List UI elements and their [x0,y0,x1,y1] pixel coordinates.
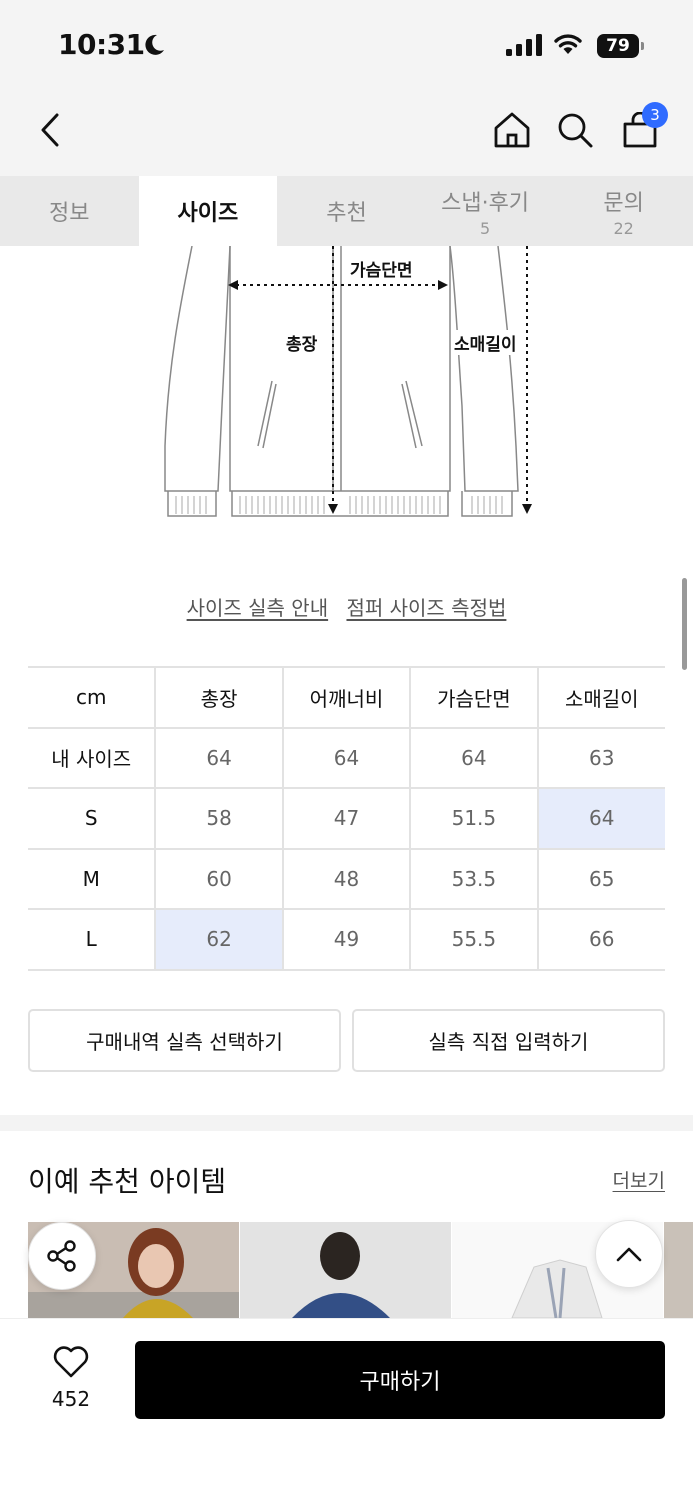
tab-recommend[interactable]: 추천 [277,176,416,246]
scrollbar-thumb[interactable] [682,578,687,670]
tab-count: 22 [613,218,634,238]
table-cell: 64 [409,726,538,789]
table-header-cell: cm [28,666,156,729]
size-table: cm 총장 어깨너비 가슴단면 소매길이 내 사이즈 64 64 64 63 S… [28,666,665,971]
like-count: 452 [51,1387,91,1411]
bottom-purchase-bar: 452 구매하기 [0,1318,693,1500]
heart-icon [53,1346,89,1378]
table-cell: 63 [536,726,665,789]
recommend-title: 이예 추천 아이템 [28,1165,227,1198]
tab-snap-review[interactable]: 스냅·후기 5 [416,176,555,246]
table-row-s: S 58 47 51.5 64 [28,787,665,850]
tab-label: 정보 [49,201,90,226]
label-total-length: 총장 [286,330,318,355]
battery-nub [641,42,644,50]
row-label: S [28,787,156,850]
table-cell: 47 [281,787,411,850]
like-button[interactable]: 452 [30,1345,112,1411]
table-row-my-size: 내 사이즈 64 64 64 63 [28,726,665,789]
table-cell: 65 [536,847,665,910]
table-header-cell: 소매길이 [536,666,665,729]
table-header-row: cm 총장 어깨너비 가슴단면 소매길이 [28,666,665,729]
cart-button[interactable]: 3 [618,102,668,152]
product-tabs: 정보 사이즈 추천 스냅·후기 5 문의 22 [0,176,693,246]
table-header-cell: 가슴단면 [409,666,538,729]
table-cell: 48 [281,847,411,910]
tab-label: 사이즈 [177,201,239,226]
cellular-signal-icon [506,34,542,56]
table-cell-highlight: 62 [154,908,283,971]
scroll-to-top-button[interactable] [595,1220,663,1288]
size-guide-link[interactable]: 사이즈 실측 안내 [187,596,329,620]
top-nav-bar: 3 [0,90,693,176]
home-icon [494,112,530,148]
product-photo-2 [240,1222,451,1318]
search-button[interactable] [553,108,597,152]
select-from-history-button[interactable]: 구매내역 실측 선택하기 [28,1009,341,1072]
tab-label: 스냅·후기 [441,190,530,216]
table-cell: 53.5 [409,847,538,910]
table-cell: 51.5 [409,787,538,850]
row-label: 내 사이즈 [28,726,156,789]
recommend-item-2[interactable] [240,1222,451,1318]
table-header-cell: 어깨너비 [281,666,411,729]
table-header-cell: 총장 [154,666,283,729]
share-button[interactable] [28,1222,96,1290]
moon-icon [145,34,164,55]
jacket-outline-illustration [164,245,532,517]
tab-info[interactable]: 정보 [0,176,139,246]
share-icon [47,1240,76,1272]
table-cell: 64 [154,726,283,789]
table-row-l: L 62 49 55.5 66 [28,908,665,971]
size-guide-links: 사이즈 실측 안내 점퍼 사이즈 측정법 [0,592,693,621]
table-cell: 49 [281,908,411,971]
table-cell: 60 [154,847,283,910]
section-divider [0,1115,693,1131]
measure-method-link[interactable]: 점퍼 사이즈 측정법 [346,596,506,620]
table-cell: 55.5 [409,908,538,971]
chevron-up-icon [616,1247,642,1262]
table-row-m: M 60 48 53.5 65 [28,847,665,910]
view-more-link[interactable]: 더보기 [613,1166,665,1193]
row-label: M [28,847,156,910]
row-label: L [28,908,156,971]
label-chest-width: 가슴단면 [350,256,413,281]
tab-size[interactable]: 사이즈 [138,176,278,246]
status-time: 10:31 [58,28,145,61]
label-sleeve-length: 소매길이 [454,330,517,355]
buy-button[interactable]: 구매하기 [135,1341,665,1419]
chevron-left-icon [41,113,59,147]
wifi-icon [554,34,582,54]
tab-inquiry[interactable]: 문의 22 [554,176,693,246]
battery-level: 79 [597,34,639,58]
tab-label: 추천 [326,201,367,226]
battery-indicator: 79 [597,34,645,58]
table-cell: 58 [154,787,283,850]
status-bar: 10:31 79 [0,0,693,90]
table-cell-highlight: 64 [536,787,665,850]
search-icon [558,113,593,148]
tab-count: 5 [479,218,491,238]
table-cell: 64 [281,726,411,789]
table-cell: 66 [536,908,665,971]
cart-count-badge: 3 [642,102,668,128]
recommend-item-4[interactable] [664,1222,693,1318]
tab-label: 문의 [603,190,644,216]
home-button[interactable] [490,108,534,152]
back-button[interactable] [28,108,72,152]
direct-input-button[interactable]: 실측 직접 입력하기 [352,1009,665,1072]
jacket-size-diagram: 가슴단면 총장 소매길이 [150,245,550,526]
